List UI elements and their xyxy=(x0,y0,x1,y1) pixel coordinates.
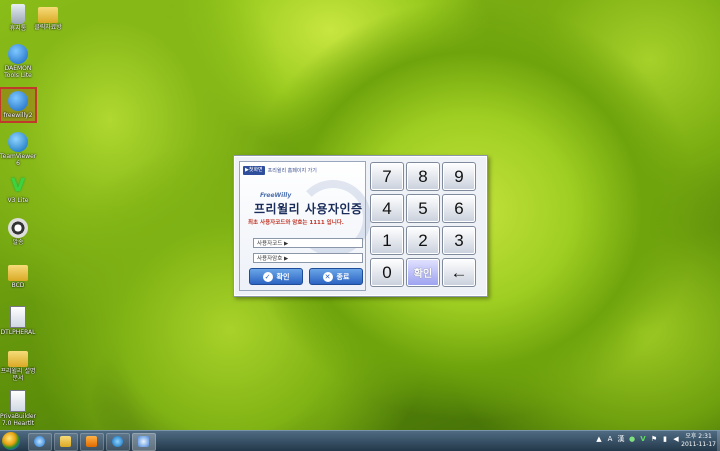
login-panel: ▶첫화면 프리윌리 홈페이지 가기 FreeWilly 프리윌리 사용자인증 최… xyxy=(239,161,371,291)
ime-indicator[interactable]: A xyxy=(606,435,614,444)
folder-icon xyxy=(8,351,28,367)
key-5[interactable]: 5 xyxy=(406,194,440,223)
exit-button-label: 종료 xyxy=(336,272,350,281)
user-code-label: 사용자코드 ▶ xyxy=(257,241,289,247)
desktop-icon-label: PrivaBuilder 7.0 Heartlt xyxy=(0,413,37,427)
taskbar-freewilly[interactable] xyxy=(132,433,156,451)
close-icon: ✕ xyxy=(322,271,333,282)
key-1[interactable]: 1 xyxy=(370,226,404,255)
desktop-icon-label: DAEMON Tools Lite xyxy=(4,65,32,79)
brand-name: FreeWilly xyxy=(260,192,292,199)
freewilly-icon xyxy=(8,91,28,111)
password-label: 사용자암호 ▶ xyxy=(257,256,289,262)
taskbar-media-player[interactable] xyxy=(80,433,104,451)
desktop-icon-label: V3 Lite xyxy=(7,197,29,204)
desktop-icon-label: 프리윌리 설명 문서 xyxy=(0,368,36,382)
teamviewer-icon xyxy=(8,132,28,152)
freewilly-icon xyxy=(138,436,149,447)
key-8[interactable]: 8 xyxy=(406,162,440,191)
key-7[interactable]: 7 xyxy=(370,162,404,191)
confirm-button[interactable]: ✓ 확인 xyxy=(249,268,303,285)
confirm-button-label: 확인 xyxy=(276,272,290,281)
key-9[interactable]: 9 xyxy=(442,162,476,191)
folder-icon xyxy=(8,265,28,281)
desktop-icon-daemon-tools[interactable]: DAEMON Tools Lite xyxy=(0,44,36,79)
desktop-icon-freewilly[interactable]: freewilly2 xyxy=(0,87,37,123)
homepage-link[interactable]: 프리윌리 홈페이지 가기 xyxy=(268,167,317,174)
numeric-keypad: 7 8 9 4 5 6 1 2 3 0 확인 ← xyxy=(370,162,482,290)
privabuilder-icon xyxy=(10,390,26,412)
media-player-icon xyxy=(86,436,97,447)
desktop-icon-privabuilder[interactable]: PrivaBuilder 7.0 Heartlt xyxy=(0,390,36,427)
v3-tray-icon[interactable]: V xyxy=(639,435,647,444)
tray-app-icon[interactable]: ● xyxy=(628,435,636,444)
key-6[interactable]: 6 xyxy=(442,194,476,223)
daemon-tools-icon xyxy=(8,44,28,64)
user-code-input[interactable] xyxy=(290,241,331,247)
desktop-icon-alsong[interactable]: 알송 xyxy=(0,218,36,246)
password-field[interactable]: 사용자암호 ▶ xyxy=(253,253,363,263)
internet-explorer-icon xyxy=(34,436,45,447)
network-icon[interactable]: ▮ xyxy=(661,435,669,444)
dialog-title: 프리윌리 사용자인증 xyxy=(254,202,363,216)
desktop-icon-folder[interactable]: 클릭자료방 xyxy=(30,4,66,31)
backspace-key[interactable]: ← xyxy=(442,258,476,287)
desktop-icon-label: 알송 xyxy=(12,239,24,246)
v3-icon: V xyxy=(11,175,25,196)
taskbar-teamviewer[interactable] xyxy=(106,433,130,451)
volume-icon[interactable]: ◀ xyxy=(672,435,680,444)
desktop-icon-label: freewilly2 xyxy=(3,112,33,119)
start-button[interactable] xyxy=(2,432,20,450)
desktop-icon-bcd[interactable]: BCD xyxy=(0,262,36,289)
desktop-icon-freewilly-docs[interactable]: 프리윌리 설명 문서 xyxy=(0,348,36,382)
taskbar-internet-explorer[interactable] xyxy=(28,433,52,451)
desktop-icon-label: TeamViewer 6 xyxy=(0,153,37,167)
key-4[interactable]: 4 xyxy=(370,194,404,223)
key-2[interactable]: 2 xyxy=(406,226,440,255)
freewilly-auth-dialog: ▶첫화면 프리윌리 홈페이지 가기 FreeWilly 프리윌리 사용자인증 최… xyxy=(233,155,488,297)
default-password-notice: 최초 사용자코드와 암호는 1111 입니다. xyxy=(248,220,344,226)
desktop-icon-teamviewer[interactable]: TeamViewer 6 xyxy=(0,132,36,167)
recycle-bin-icon xyxy=(11,4,25,24)
exit-button[interactable]: ✕ 종료 xyxy=(309,268,363,285)
password-input[interactable] xyxy=(290,256,331,262)
hanja-indicator[interactable]: 漢 xyxy=(617,435,625,444)
desktop-icon-label: BCD xyxy=(11,282,25,289)
alsong-icon xyxy=(8,218,28,238)
folder-icon xyxy=(60,436,71,447)
taskbar: ▲ A 漢 ● V ⚑ ▮ ◀ 오후 2:31 2011-11-17 xyxy=(0,430,720,451)
teamviewer-icon xyxy=(112,436,123,447)
key-3[interactable]: 3 xyxy=(442,226,476,255)
document-icon xyxy=(10,306,26,328)
desktop-icon-v3[interactable]: V V3 Lite xyxy=(0,175,36,205)
home-button[interactable]: ▶첫화면 xyxy=(243,165,265,175)
folder-icon xyxy=(38,7,58,23)
user-code-field[interactable]: 사용자코드 ▶ xyxy=(253,238,363,248)
flag-icon[interactable]: ⚑ xyxy=(650,435,658,444)
tray-up-arrow-icon[interactable]: ▲ xyxy=(595,435,603,444)
desktop-icon-label: 클릭자료방 xyxy=(34,24,62,31)
clock-time: 오후 2:31 xyxy=(685,433,712,440)
clock[interactable]: 오후 2:31 2011-11-17 xyxy=(681,433,716,449)
taskbar-explorer[interactable] xyxy=(54,433,78,451)
clock-date: 2011-11-17 xyxy=(681,441,716,448)
system-tray: ▲ A 漢 ● V ⚑ ▮ ◀ xyxy=(595,435,680,444)
desktop: 휴지통 클릭자료방 DAEMON Tools Lite freewilly2 T… xyxy=(0,0,720,430)
check-icon: ✓ xyxy=(262,271,273,282)
dialog-header: ▶첫화면 프리윌리 홈페이지 가기 xyxy=(243,165,317,175)
desktop-icon-label: DTLPHERAL xyxy=(0,329,36,336)
key-0[interactable]: 0 xyxy=(370,258,404,287)
keypad-confirm-button[interactable]: 확인 xyxy=(406,258,440,287)
desktop-icon-dtlpheral[interactable]: DTLPHERAL xyxy=(0,306,36,336)
